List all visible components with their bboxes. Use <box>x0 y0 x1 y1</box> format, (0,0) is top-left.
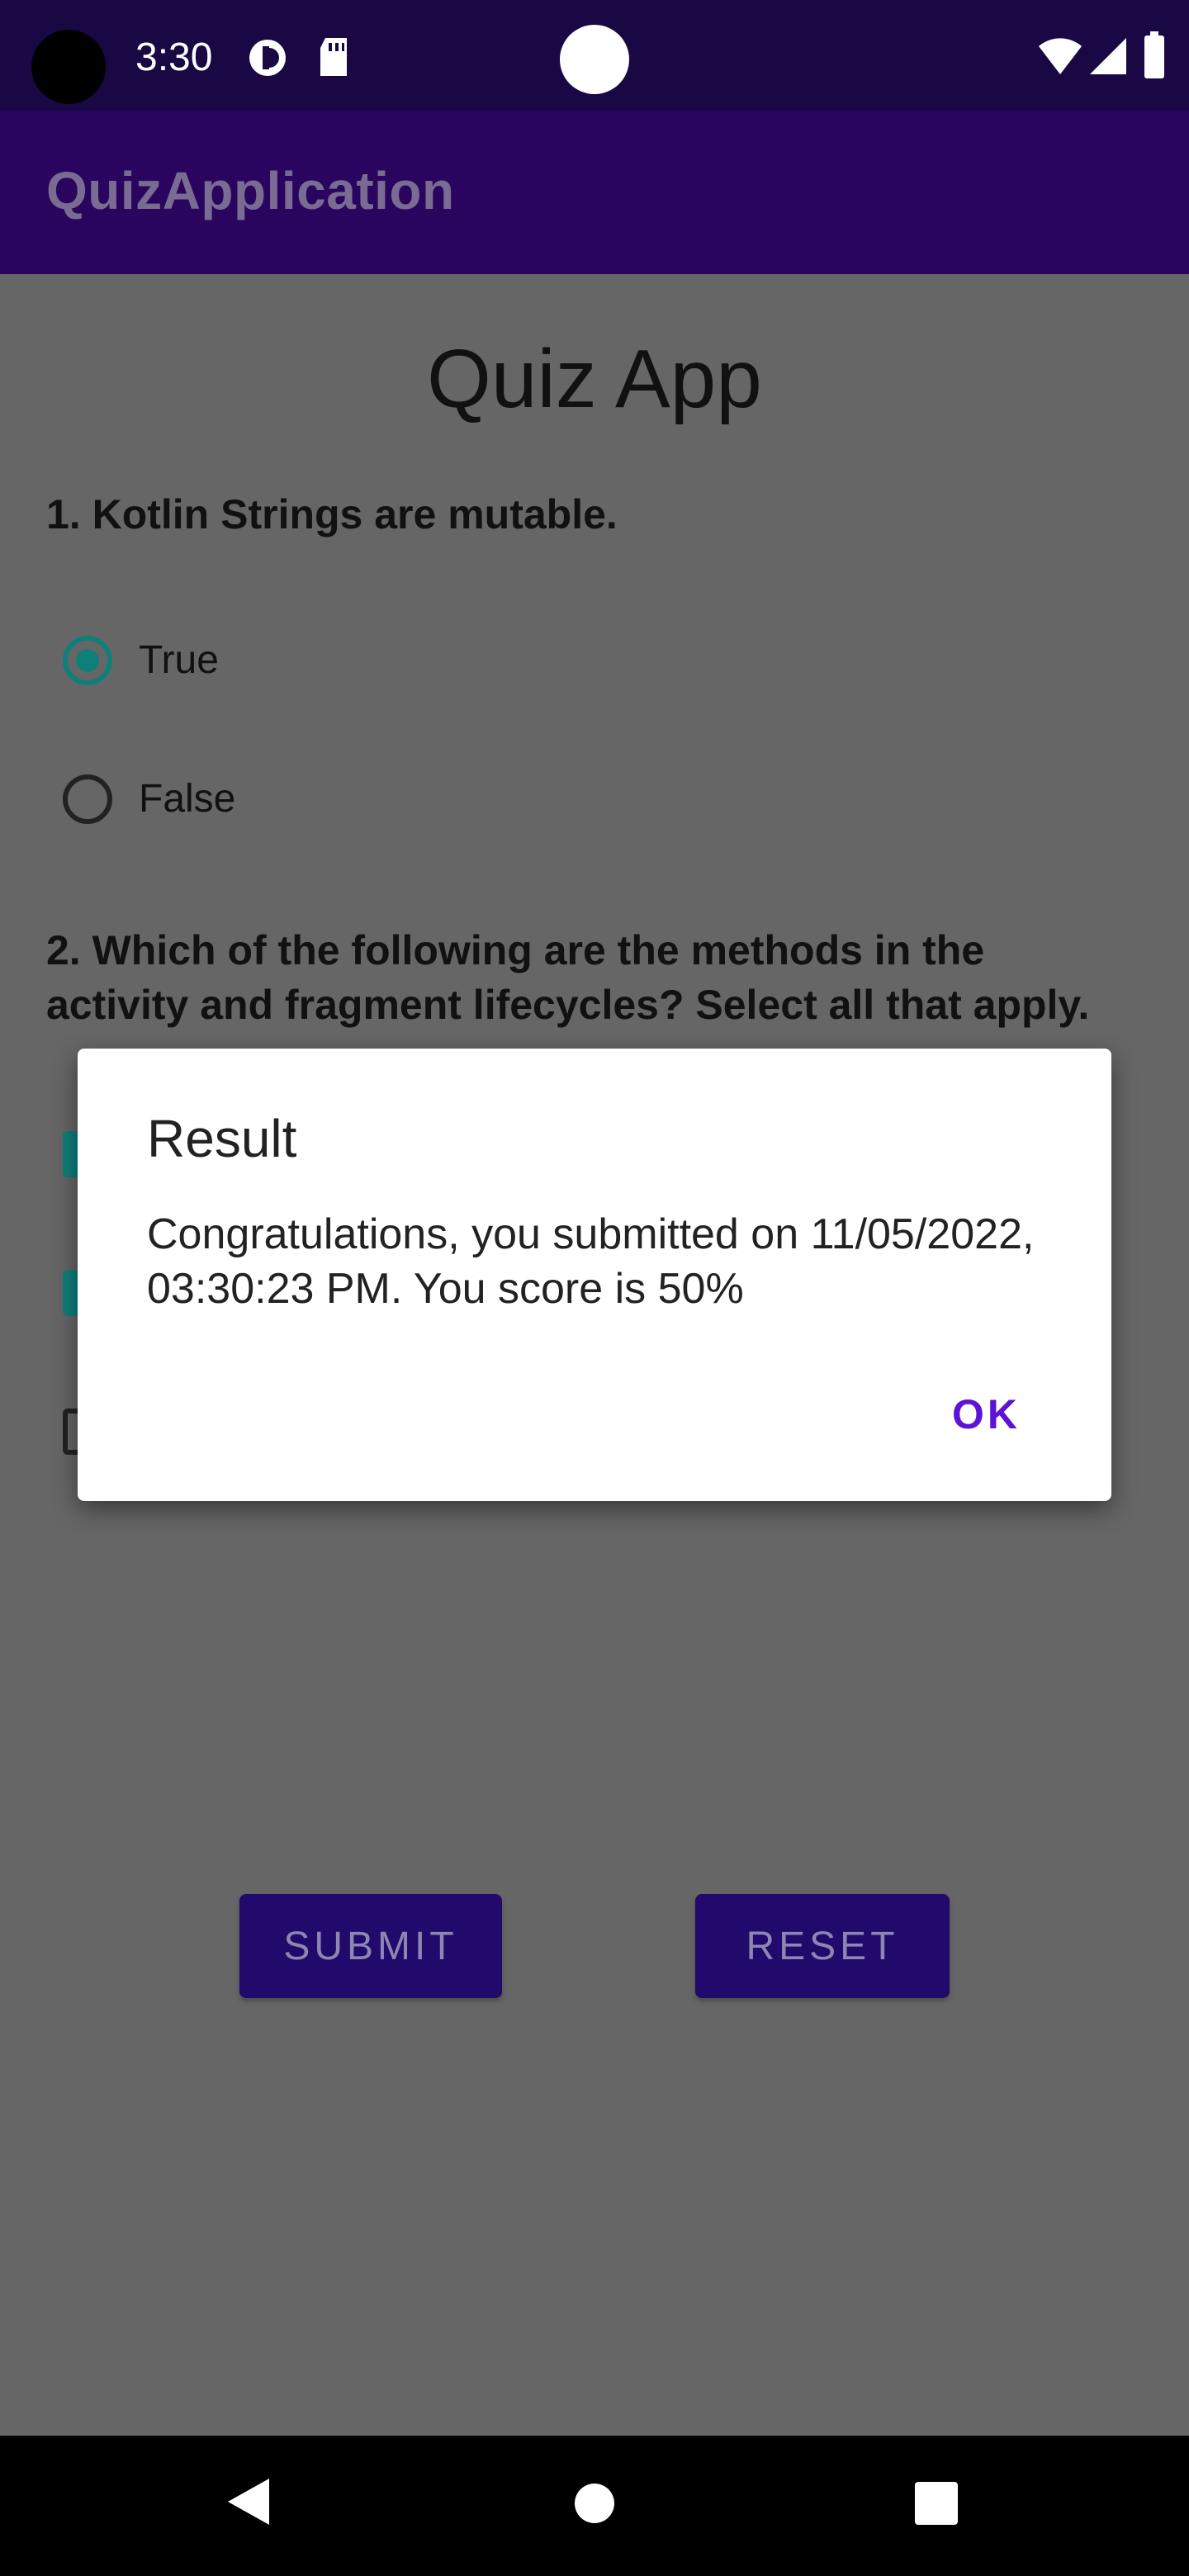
quiz-heading: Quiz App <box>427 333 762 425</box>
reset-button[interactable]: RESET <box>695 1894 950 1998</box>
home-icon[interactable] <box>573 2482 616 2525</box>
camera-cutout <box>31 30 106 104</box>
result-dialog: Result Congratulations, you submitted on… <box>78 1049 1111 1501</box>
cellular-signal-icon <box>1090 38 1126 74</box>
radio-option-false[interactable]: False <box>63 774 310 834</box>
radio-button-checked[interactable] <box>63 636 112 685</box>
radio-option-true[interactable]: True <box>63 636 310 695</box>
radio-button-unchecked[interactable] <box>63 774 112 824</box>
navigation-bar <box>0 2436 1189 2576</box>
status-bar: 3:30 <box>0 0 1189 111</box>
app-bar: QuizApplication <box>0 111 1189 274</box>
back-icon[interactable] <box>225 2475 274 2528</box>
submit-button[interactable]: SUBMIT <box>239 1894 502 1998</box>
status-time: 3:30 <box>135 36 213 79</box>
data-saver-icon <box>249 40 286 76</box>
battery-icon <box>1144 31 1164 78</box>
question-2-text: 2. Which of the following are the method… <box>46 927 1090 1028</box>
recents-icon[interactable] <box>915 2482 958 2525</box>
radio-label-true: True <box>139 638 219 682</box>
ok-button[interactable]: OK <box>952 1390 1021 1438</box>
dialog-message: Congratulations, you submitted on 11/05/… <box>147 1210 1035 1313</box>
question-1-text: 1. Kotlin Strings are mutable. <box>46 491 618 537</box>
dialog-title: Result <box>147 1109 297 1168</box>
sd-card-icon <box>320 38 347 76</box>
radio-label-false: False <box>139 777 236 821</box>
front-camera-dot <box>560 25 629 94</box>
wifi-icon <box>1039 38 1082 74</box>
app-title: QuizApplication <box>46 161 455 220</box>
